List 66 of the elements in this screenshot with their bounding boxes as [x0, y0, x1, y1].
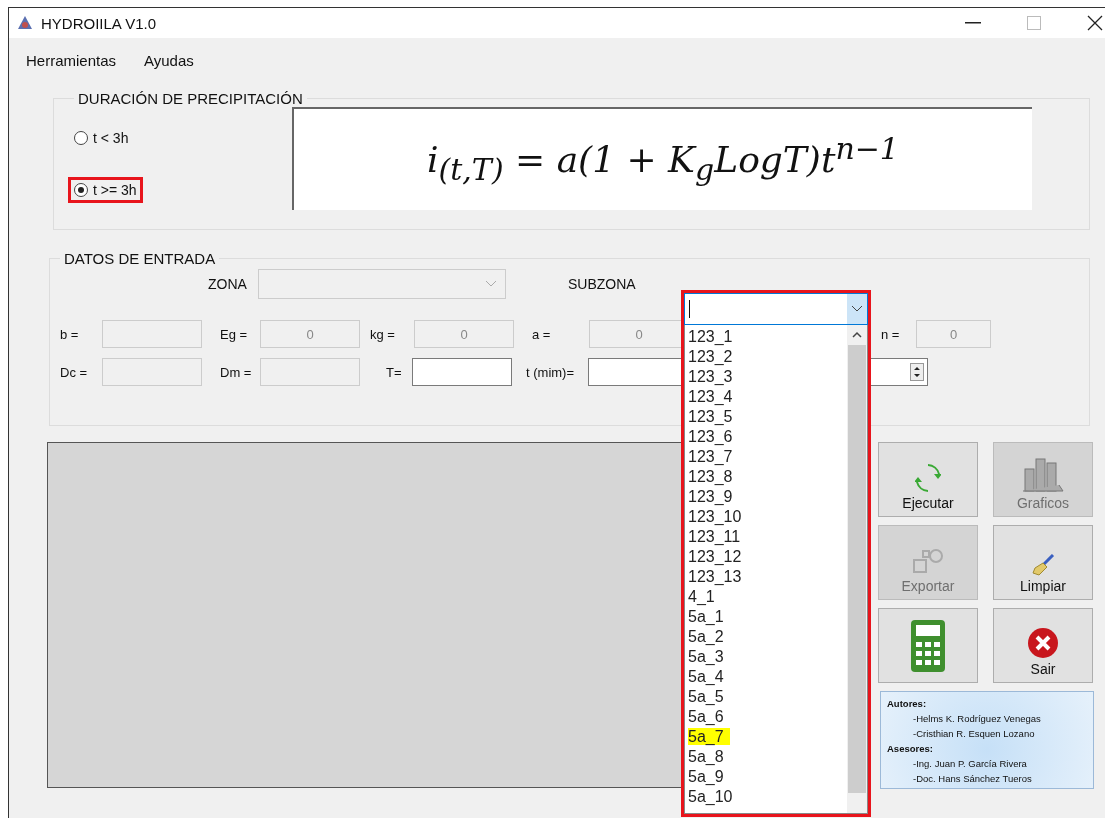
- group-title: DATOS DE ENTRADA: [63, 250, 217, 267]
- close-circle-icon: [1027, 627, 1059, 659]
- list-item[interactable]: 5a_2: [685, 627, 847, 647]
- field-label: kg =: [370, 326, 396, 342]
- list-item[interactable]: 123_10: [685, 507, 847, 527]
- radio-option[interactable]: t >= 3h: [68, 177, 143, 203]
- list-item[interactable]: 123_11: [685, 527, 847, 547]
- credits-line: Asesores:: [887, 742, 934, 756]
- credits-line: -Ing. Juan P. García Rivera: [912, 757, 1028, 771]
- field-label: a =: [532, 326, 552, 342]
- list-item[interactable]: 5a_3: [685, 647, 847, 667]
- formula: i$_{(t,T)}$ = a(1 + K$_{g}$LogT)t$^{n−1}$: [427, 131, 899, 188]
- tool-button[interactable]: Ejecutar: [878, 442, 978, 517]
- close-icon[interactable]: [1087, 15, 1103, 31]
- field-label: Dm =: [220, 364, 253, 380]
- list-item[interactable]: 5a_4: [685, 667, 847, 687]
- window-title: HYDROIILA V1.0: [41, 14, 157, 32]
- tool-button[interactable]: [878, 608, 978, 683]
- buildings-icon: [1021, 455, 1065, 493]
- field-label: Dc =: [60, 364, 89, 380]
- app-icon: [17, 15, 33, 31]
- list-item[interactable]: 123_9: [685, 487, 847, 507]
- list-item[interactable]: 5a_8: [685, 747, 847, 767]
- list-item[interactable]: 123_8: [685, 467, 847, 487]
- minimize-icon[interactable]: [965, 22, 981, 24]
- radio-option[interactable]: t < 3h: [68, 125, 135, 151]
- list-item[interactable]: 123_4: [685, 387, 847, 407]
- field-label: b =: [60, 326, 80, 342]
- spinner-arrows-icon[interactable]: [910, 363, 924, 381]
- list-item[interactable]: 5a_7: [685, 727, 847, 747]
- list-item[interactable]: 5a_1: [685, 607, 847, 627]
- menu-item[interactable]: Herramientas: [26, 52, 117, 78]
- field-label: ZONA: [208, 276, 248, 292]
- credits-line: -Doc. Hans Sánchez Tueros: [912, 772, 1033, 786]
- list-item[interactable]: 4_1: [685, 587, 847, 607]
- list-item[interactable]: 123_6: [685, 427, 847, 447]
- field-label: t (mim)=: [526, 364, 576, 380]
- list-item[interactable]: 5a_10: [685, 787, 847, 807]
- field-label: n =: [881, 326, 901, 342]
- calculator-icon: [911, 619, 945, 672]
- credits-line: Autores:: [887, 697, 928, 711]
- menu-item[interactable]: Ayudas: [144, 52, 194, 78]
- field-label: Eg =: [220, 326, 249, 342]
- export-icon: [911, 548, 945, 576]
- list-item[interactable]: 5a_5: [685, 687, 847, 707]
- list-item[interactable]: 123_13: [685, 567, 847, 587]
- refresh-icon: [915, 463, 941, 493]
- maximize-icon[interactable]: [1027, 16, 1041, 30]
- credits-line: -Cristhian R. Esquen Lozano: [912, 727, 1036, 741]
- brush-icon: [1031, 554, 1055, 576]
- field-label: T=: [386, 364, 403, 380]
- list-item[interactable]: 123_5: [685, 407, 847, 427]
- list-item[interactable]: 123_12: [685, 547, 847, 567]
- list-item[interactable]: 5a_6: [685, 707, 847, 727]
- list-item[interactable]: 5a_9: [685, 767, 847, 787]
- tool-button[interactable]: Sair: [993, 608, 1093, 683]
- list-item[interactable]: 123_2: [685, 347, 847, 367]
- tool-button[interactable]: Limpiar: [993, 525, 1093, 600]
- credits-line: -Helms K. Rodríguez Venegas: [912, 712, 1042, 726]
- field-label: SUBZONA: [568, 276, 636, 292]
- list-item[interactable]: 123_7: [685, 447, 847, 467]
- list-item[interactable]: 123_3: [685, 367, 847, 387]
- scrollbar[interactable]: [847, 325, 867, 813]
- input-field[interactable]: [412, 358, 512, 386]
- group-title: DURACIÓN DE PRECIPITACIÓN: [77, 90, 304, 107]
- subzone-dropdown[interactable]: 123_1 123_2 123_3 123_4 123_5 123_6 123_7 123_8 123_9 123_10 123_11 123_12 123_13 4_1 5a_1 5a_2 5a_3 5a_4 5a_5 5a_6 5a_7 5a_8 5a_9 5a_10: [681, 290, 871, 817]
